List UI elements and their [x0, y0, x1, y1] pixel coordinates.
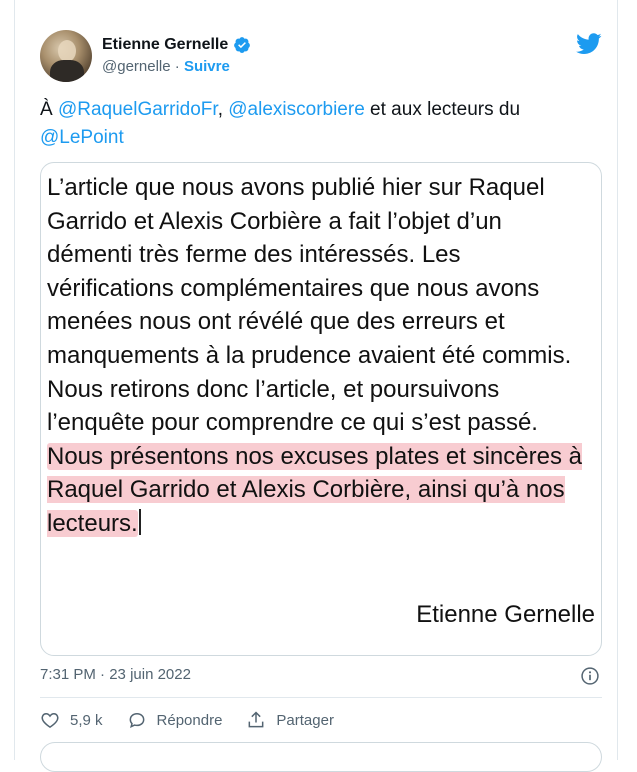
attached-statement-image[interactable]: L’article que nous avons publié hier sur… — [40, 162, 602, 656]
mention-lepoint[interactable]: @LePoint — [40, 127, 124, 148]
reply-button[interactable]: Répondre — [127, 710, 223, 730]
tweet-prefix: À — [40, 99, 58, 120]
author-handle[interactable]: @gernelle — [102, 58, 171, 75]
heart-icon — [41, 712, 59, 728]
read-replies-button[interactable] — [40, 742, 602, 772]
share-label: Partager — [276, 711, 334, 729]
author-handle-row: @gernelle · Suivre — [102, 58, 230, 75]
like-button[interactable]: 5,9 k — [40, 710, 103, 730]
reply-label: Répondre — [156, 711, 223, 729]
tweet-comma: , — [217, 99, 229, 120]
divider — [40, 697, 602, 698]
mention-alexiscorbiere[interactable]: @alexiscorbiere — [228, 99, 365, 120]
verified-badge-icon — [234, 37, 251, 53]
tweet-time: 7:31 PM — [40, 666, 96, 683]
tweet-text: À @RaquelGarridoFr, @alexiscorbiere et a… — [40, 96, 600, 152]
author-name-row[interactable]: Etienne Gernelle — [102, 36, 251, 54]
statement-text: L’article que nous avons publié hier sur… — [47, 171, 587, 541]
tweet-middle: et aux lecteurs du — [364, 99, 521, 120]
statement-body: L’article que nous avons publié hier sur… — [47, 174, 572, 437]
mention-raquelgarridofr[interactable]: @RaquelGarridoFr — [58, 99, 218, 120]
avatar-body — [50, 60, 84, 82]
like-count: 5,9 k — [70, 711, 103, 729]
timestamp-separator: · — [100, 666, 106, 683]
statement-signature: Etienne Gernelle — [416, 601, 595, 628]
tweet-date: 23 juin 2022 — [109, 666, 191, 683]
author-name[interactable]: Etienne Gernelle — [102, 36, 228, 54]
follow-button[interactable]: Suivre — [184, 58, 230, 75]
share-button[interactable]: Partager — [246, 710, 334, 730]
info-icon[interactable] — [580, 666, 600, 686]
tweet-timestamp[interactable]: 7:31 PM · 23 juin 2022 — [40, 666, 191, 683]
avatar-face — [58, 40, 76, 62]
reply-bubble-icon — [129, 712, 144, 729]
twitter-bird-icon[interactable] — [576, 33, 602, 55]
avatar[interactable] — [40, 30, 92, 82]
statement-highlighted: Nous présentons nos excuses plates et si… — [47, 442, 582, 537]
handle-separator: · — [174, 58, 180, 75]
tweet-actions: 5,9 k Répondre Partager — [40, 708, 358, 732]
share-icon — [249, 711, 264, 728]
text-cursor — [138, 508, 141, 535]
